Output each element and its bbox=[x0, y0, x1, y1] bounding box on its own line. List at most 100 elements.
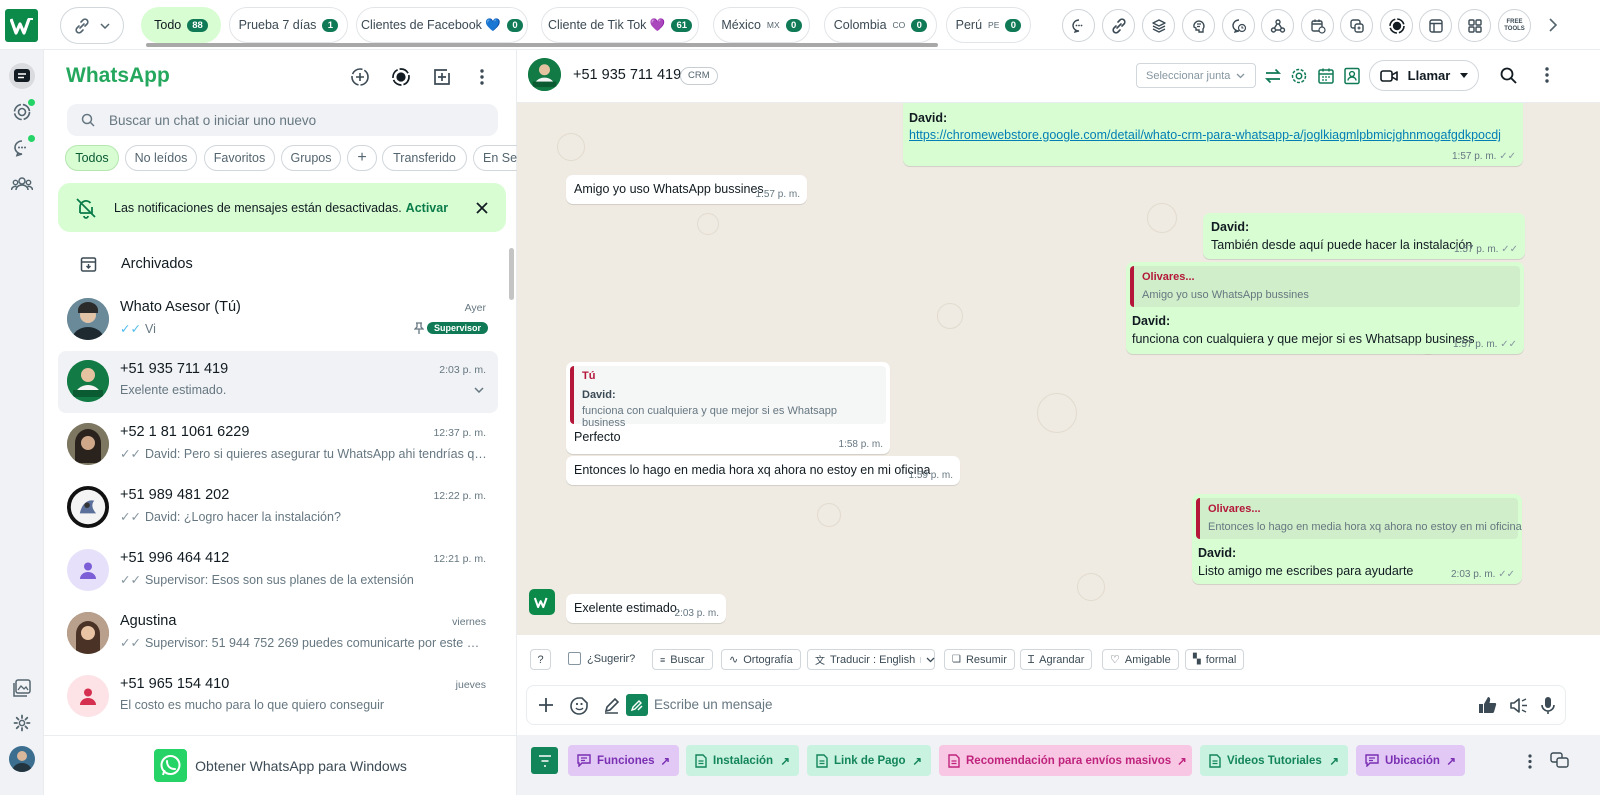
media-gallery-icon[interactable] bbox=[9, 675, 35, 701]
schedule-message-icon[interactable] bbox=[1222, 9, 1255, 42]
search-tool-button[interactable]: ≡ Buscar bbox=[652, 649, 713, 670]
tab-todo[interactable]: Todo 88 bbox=[141, 7, 221, 43]
chat-plus-icon[interactable] bbox=[1340, 9, 1373, 42]
speaker-icon[interactable] bbox=[1507, 694, 1529, 716]
contact-name[interactable]: +51 935 711 419 bbox=[573, 67, 681, 83]
tab-colombia[interactable]: Colombia CO 0 bbox=[824, 7, 937, 43]
chats-icon[interactable] bbox=[9, 63, 35, 89]
chevron-down-icon[interactable] bbox=[474, 387, 484, 393]
crm-badge[interactable]: CRM bbox=[680, 67, 718, 85]
message-bubble-outgoing-reply[interactable]: Olivares... Amigo yo uso WhatsApp bussin… bbox=[1126, 262, 1524, 354]
shortcut-videos-tutoriales[interactable]: Videos Tutoriales ↗ bbox=[1200, 745, 1348, 776]
archived-row[interactable]: Archivados bbox=[58, 244, 506, 284]
apps-icon[interactable] bbox=[1458, 9, 1491, 42]
chat-row[interactable]: +51 996 464 412 12:21 p. m. ✓✓ Supervisor… bbox=[58, 540, 498, 602]
settings-gear-icon[interactable] bbox=[1289, 66, 1309, 86]
shortcut-ubicacion[interactable]: Ubicación ↗ bbox=[1356, 745, 1465, 776]
chevron-right-icon[interactable] bbox=[1548, 18, 1558, 32]
chat-row-selected[interactable]: +51 935 711 419 2:03 p. m. Exelente esti… bbox=[58, 351, 498, 413]
message-input[interactable]: Escribe un mensaje bbox=[654, 697, 773, 712]
contact-card-icon[interactable] bbox=[1342, 66, 1362, 86]
sender-avatar[interactable] bbox=[529, 589, 555, 615]
ai-brain-icon[interactable] bbox=[1182, 9, 1215, 42]
sticker-icon[interactable] bbox=[568, 694, 590, 716]
get-windows-app-banner[interactable]: Obtener WhatsApp para Windows bbox=[44, 735, 517, 795]
shortcut-recomendacion[interactable]: Recomendación para envíos masivos ↗ bbox=[939, 745, 1192, 776]
quick-reply-icon[interactable] bbox=[626, 694, 648, 716]
calendar-icon[interactable] bbox=[1316, 66, 1336, 86]
status-updates-icon[interactable] bbox=[388, 64, 414, 90]
tab-mexico[interactable]: México MX 0 bbox=[713, 7, 810, 43]
filter-en-seguimiento[interactable]: En Se bbox=[473, 145, 517, 171]
search-input[interactable]: Buscar un chat o iniciar uno nuevo bbox=[109, 113, 316, 128]
menu-kebab-icon[interactable] bbox=[1545, 67, 1549, 83]
call-button[interactable]: Llamar bbox=[1369, 60, 1479, 91]
shortcut-funciones[interactable]: Funciones ↗ bbox=[568, 745, 679, 776]
meeting-select[interactable]: Seleccionar junta bbox=[1136, 63, 1256, 88]
message-bubble-incoming[interactable]: Exelente estimado. 2:03 p. m. bbox=[566, 594, 726, 623]
tabs-scrollbar[interactable] bbox=[146, 43, 938, 47]
spelling-tool-button[interactable]: ∿ Ortografía bbox=[721, 649, 801, 670]
layers-icon[interactable] bbox=[1142, 9, 1175, 42]
thumbs-up-icon[interactable] bbox=[1476, 694, 1498, 716]
friendly-tool-button[interactable]: ♡ Amigable bbox=[1102, 649, 1179, 670]
filter-transferido[interactable]: Transferido bbox=[382, 145, 467, 171]
suggest-checkbox[interactable] bbox=[568, 652, 581, 665]
profile-avatar[interactable] bbox=[9, 746, 35, 772]
chat-row[interactable]: Agustina viernes ✓✓ Supervisor: 51 944 75… bbox=[58, 603, 498, 665]
calendar-clock-icon[interactable] bbox=[1301, 9, 1334, 42]
quoted-message[interactable]: Olivares... Entonces lo hago en media ho… bbox=[1196, 498, 1522, 539]
filter-grupos[interactable]: Grupos bbox=[281, 145, 341, 171]
microphone-icon[interactable] bbox=[1537, 694, 1559, 716]
menu-kebab-icon[interactable] bbox=[469, 64, 495, 90]
template-icon[interactable] bbox=[1419, 9, 1452, 42]
tab-tiktok[interactable]: Cliente de Tik Tok 💜 61 bbox=[541, 7, 699, 43]
enlarge-tool-button[interactable]: Ɪ Agrandar bbox=[1020, 649, 1093, 670]
message-bubble-outgoing-reply[interactable]: Olivares... Entonces lo hago en media ho… bbox=[1192, 494, 1522, 584]
add-filter-button[interactable]: + bbox=[347, 145, 377, 171]
communities-icon[interactable] bbox=[9, 171, 35, 197]
chat-bubbles-icon[interactable] bbox=[1550, 752, 1570, 770]
chat-row[interactable]: +51 989 481 202 12:22 p. m. ✓✓ David: ¿Lo… bbox=[58, 477, 498, 539]
tab-facebook[interactable]: Clientes de Facebook 💙 0 bbox=[356, 7, 528, 43]
shortcut-link-de-pago[interactable]: Link de Pago ↗ bbox=[807, 745, 931, 776]
whato-logo[interactable] bbox=[5, 9, 38, 42]
filter-no-leidos[interactable]: No leídos bbox=[125, 145, 197, 171]
search-bar[interactable]: Buscar un chat o iniciar uno nuevo bbox=[67, 104, 498, 136]
status-ring-icon[interactable] bbox=[1380, 9, 1413, 42]
activate-notifications-link[interactable]: Activar bbox=[406, 201, 448, 215]
filter-todos[interactable]: Todos bbox=[65, 145, 119, 171]
filter-favoritos[interactable]: Favoritos bbox=[204, 145, 275, 171]
translate-tool-button[interactable]: 文 Traducir : English bbox=[807, 649, 935, 670]
quoted-message[interactable]: Tú David: funciona con cualquiera y que … bbox=[570, 366, 886, 429]
suggest-toggle[interactable]: ¿Sugerir? bbox=[568, 652, 635, 665]
search-icon[interactable] bbox=[1500, 67, 1517, 84]
help-icon[interactable]: ? bbox=[530, 649, 551, 670]
settings-gear-icon[interactable] bbox=[9, 710, 35, 736]
chat-list-scrollbar[interactable] bbox=[509, 248, 514, 300]
channels-icon[interactable] bbox=[9, 135, 35, 161]
message-bubble-incoming[interactable]: Amigo yo uso WhatsApp bussines 1:57 p. m… bbox=[566, 175, 807, 204]
chat-row[interactable]: Whato Asesor (Tú) Ayer ✓✓ Vi Supervisor bbox=[58, 289, 498, 351]
message-bubble-outgoing[interactable]: David: https://chromewebstore.google.com… bbox=[903, 103, 1523, 166]
shortcut-instalacion[interactable]: Instalación ↗ bbox=[686, 745, 799, 776]
status-icon[interactable] bbox=[9, 99, 35, 125]
new-chat-icon[interactable] bbox=[429, 64, 455, 90]
webhook-icon[interactable] bbox=[1261, 9, 1294, 42]
pencil-icon[interactable] bbox=[600, 694, 622, 716]
filter-funnel-icon[interactable] bbox=[531, 747, 558, 774]
close-icon[interactable] bbox=[476, 201, 488, 214]
transfer-icon[interactable] bbox=[1263, 66, 1283, 86]
new-status-icon[interactable] bbox=[347, 64, 373, 90]
link-icon[interactable] bbox=[1102, 9, 1135, 42]
menu-kebab-icon[interactable] bbox=[1528, 754, 1532, 769]
contact-avatar[interactable] bbox=[528, 58, 561, 91]
plus-icon[interactable] bbox=[535, 694, 557, 716]
formal-tool-button[interactable]: ▚ formal bbox=[1185, 649, 1245, 670]
free-tools-icon[interactable]: FREE TOOLS bbox=[1498, 9, 1531, 42]
chat-bubble-icon[interactable] bbox=[1062, 9, 1095, 42]
message-bubble-outgoing[interactable]: David: También desde aquí puede hacer la… bbox=[1203, 213, 1525, 259]
summarize-tool-button[interactable]: ❏ Resumir bbox=[944, 649, 1015, 670]
message-bubble-incoming-reply[interactable]: Tú David: funciona con cualquiera y que … bbox=[566, 362, 890, 454]
tab-peru[interactable]: Perú PE 0 bbox=[946, 7, 1031, 43]
